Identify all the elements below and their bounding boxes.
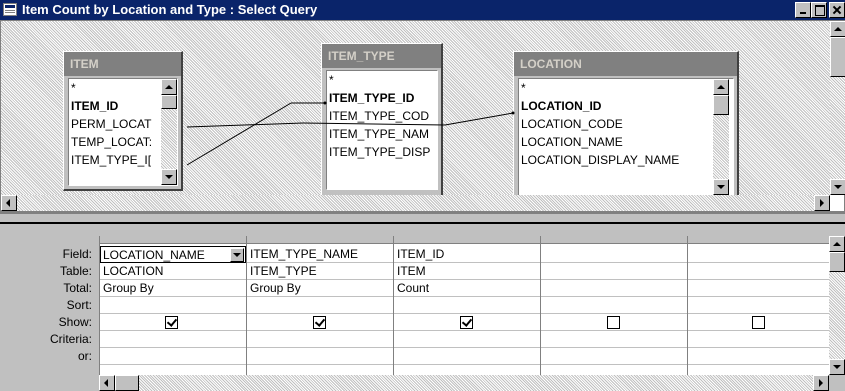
design-grid-pane: Field: Table: Total: Sort: Show: Criteri… xyxy=(0,236,845,391)
show-checkbox[interactable] xyxy=(165,316,178,329)
window-title: Item Count by Location and Type : Select… xyxy=(22,2,318,17)
scroll-up-icon[interactable] xyxy=(829,236,845,252)
grid-vertical-scrollbar[interactable] xyxy=(829,236,845,375)
or-cell[interactable] xyxy=(247,348,393,365)
scroll-down-icon[interactable] xyxy=(830,179,845,195)
join-line-item-type xyxy=(186,102,292,166)
show-cell[interactable] xyxy=(688,314,829,331)
table-cell[interactable]: LOCATION xyxy=(100,263,246,280)
field-cell[interactable] xyxy=(688,246,829,263)
table-cell[interactable] xyxy=(688,263,829,280)
or-cell[interactable] xyxy=(688,348,829,365)
join-lines xyxy=(186,101,515,166)
total-cell[interactable]: Group By xyxy=(100,280,246,297)
show-checkbox[interactable] xyxy=(460,316,473,329)
maximize-icon[interactable] xyxy=(811,2,827,18)
scroll-left-icon[interactable] xyxy=(99,375,115,391)
or-cell[interactable] xyxy=(100,348,246,365)
grid-horizontal-scrollbar[interactable] xyxy=(99,375,829,391)
pane-splitter[interactable] xyxy=(0,212,845,236)
show-checkbox[interactable] xyxy=(313,316,326,329)
field-cell[interactable] xyxy=(541,246,687,263)
scroll-thumb[interactable] xyxy=(830,37,845,77)
sort-cell[interactable] xyxy=(100,297,246,314)
query-design-window: Item Count by Location and Type : Select… xyxy=(0,0,845,391)
column-selector[interactable] xyxy=(688,236,829,244)
grid-column[interactable]: ITEM_TYPE_NAME ITEM_TYPE Group By xyxy=(247,236,394,375)
sort-cell[interactable] xyxy=(541,297,687,314)
show-checkbox[interactable] xyxy=(752,316,765,329)
join-line-location xyxy=(302,122,446,126)
row-label-show: Show: xyxy=(58,315,92,329)
scroll-thumb[interactable] xyxy=(115,375,139,391)
show-cell[interactable] xyxy=(100,314,246,331)
scroll-thumb[interactable] xyxy=(829,252,845,272)
total-cell[interactable] xyxy=(541,280,687,297)
column-selector[interactable] xyxy=(247,236,393,244)
grid-column[interactable]: LOCATION_NAME LOCATION Group By xyxy=(100,236,247,375)
scroll-left-icon[interactable] xyxy=(1,195,17,211)
scroll-right-icon[interactable] xyxy=(813,375,829,391)
column-selector[interactable] xyxy=(100,236,246,244)
row-label-total: Total: xyxy=(63,281,92,295)
query-design-grid[interactable]: LOCATION_NAME LOCATION Group By ITEM_TYP… xyxy=(99,236,829,375)
minimize-icon[interactable] xyxy=(795,2,811,18)
join-dot xyxy=(323,101,327,105)
join-line-location xyxy=(186,122,304,128)
show-cell[interactable] xyxy=(394,314,540,331)
chevron-down-icon[interactable] xyxy=(230,248,244,262)
criteria-cell[interactable] xyxy=(688,331,829,348)
total-cell[interactable]: Count xyxy=(394,280,540,297)
scroll-down-icon[interactable] xyxy=(829,359,845,375)
grid-column[interactable]: ITEM_ID ITEM Count xyxy=(394,236,541,375)
column-selector[interactable] xyxy=(394,236,540,244)
or-cell[interactable] xyxy=(394,348,540,365)
or-cell[interactable] xyxy=(541,348,687,365)
diagram-horizontal-scrollbar[interactable] xyxy=(1,195,830,211)
total-cell[interactable]: Group By xyxy=(247,280,393,297)
table-cell[interactable]: ITEM xyxy=(394,263,540,280)
scroll-up-icon[interactable] xyxy=(830,21,845,37)
row-label-table: Table: xyxy=(59,264,92,278)
show-cell[interactable] xyxy=(247,314,393,331)
table-cell[interactable]: ITEM_TYPE xyxy=(247,263,393,280)
column-selector[interactable] xyxy=(541,236,687,244)
row-label-sort: Sort: xyxy=(66,298,92,312)
field-value: LOCATION_NAME xyxy=(103,248,205,262)
show-cell[interactable] xyxy=(541,314,687,331)
row-label-or: or: xyxy=(77,349,92,363)
criteria-cell[interactable] xyxy=(247,331,393,348)
grid-column[interactable] xyxy=(688,236,829,375)
grid-column[interactable] xyxy=(541,236,688,375)
diagram-vertical-scrollbar[interactable] xyxy=(830,21,845,195)
title-bar[interactable]: Item Count by Location and Type : Select… xyxy=(0,0,845,20)
row-label-criteria: Criteria: xyxy=(49,332,92,346)
criteria-cell[interactable] xyxy=(394,331,540,348)
scroll-right-icon[interactable] xyxy=(814,195,830,211)
sort-cell[interactable] xyxy=(394,297,540,314)
sort-cell[interactable] xyxy=(247,297,393,314)
field-cell[interactable]: ITEM_ID xyxy=(394,246,540,263)
query-icon[interactable] xyxy=(3,3,17,16)
field-cell[interactable]: LOCATION_NAME xyxy=(100,246,246,263)
show-checkbox[interactable] xyxy=(607,316,620,329)
criteria-cell[interactable] xyxy=(100,331,246,348)
diagram-canvas: ITEM * ITEM_ID PERM_LOCAT TEMP_LOCAT: IT… xyxy=(1,21,830,201)
row-label-field: Field: xyxy=(62,247,92,261)
close-icon[interactable] xyxy=(829,2,845,18)
join-line-location xyxy=(444,112,514,126)
total-cell[interactable] xyxy=(688,280,829,297)
sort-cell[interactable] xyxy=(688,297,829,314)
join-dot xyxy=(511,111,515,115)
field-cell[interactable]: ITEM_TYPE_NAME xyxy=(247,246,393,263)
table-cell[interactable] xyxy=(541,263,687,280)
criteria-cell[interactable] xyxy=(541,331,687,348)
table-diagram-pane: ITEM * ITEM_ID PERM_LOCAT TEMP_LOCAT: IT… xyxy=(0,20,845,212)
